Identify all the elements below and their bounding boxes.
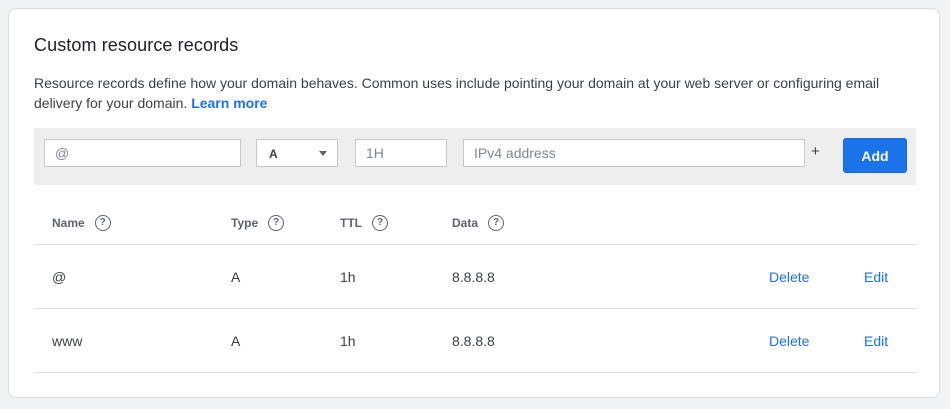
record-data: 8.8.8.8 <box>452 269 495 285</box>
plus-icon[interactable]: + <box>811 143 820 160</box>
delete-button[interactable]: Delete <box>769 333 809 349</box>
data-input[interactable] <box>463 139 805 167</box>
table-row: www A 1h 8.8.8.8 Delete Edit <box>34 309 916 373</box>
delete-button[interactable]: Delete <box>769 269 809 285</box>
record-type: A <box>231 269 241 285</box>
type-select-value: A <box>269 147 278 161</box>
custom-records-card: Custom resource records Resource records… <box>8 8 940 398</box>
record-name: www <box>52 333 83 349</box>
help-icon[interactable]: ? <box>488 215 505 231</box>
add-record-form: A + Add <box>34 128 916 185</box>
help-icon[interactable]: ? <box>372 215 388 231</box>
record-name: @ <box>52 269 67 285</box>
header-data-label: Data <box>452 216 479 231</box>
table-row: @ A 1h 8.8.8.8 Delete Edit <box>34 245 916 309</box>
type-select[interactable]: A <box>256 139 338 167</box>
header-data: Data? <box>452 215 505 232</box>
dropdown-caret-icon <box>319 151 327 156</box>
records-table: Name? Type? TTL? Data? @ A 1h 8.8.8.8 De… <box>34 203 916 373</box>
header-name-label: Name <box>52 216 85 231</box>
name-input[interactable] <box>44 139 241 167</box>
learn-more-link[interactable]: Learn more <box>191 95 267 111</box>
record-ttl: 1h <box>340 269 356 285</box>
add-button[interactable]: Add <box>843 138 907 173</box>
description-text: Resource records define how your domain … <box>34 75 880 111</box>
help-icon[interactable]: ? <box>268 215 285 231</box>
header-ttl-label: TTL <box>340 216 362 231</box>
ttl-input[interactable] <box>355 139 447 167</box>
table-header-row: Name? Type? TTL? Data? <box>34 203 916 245</box>
edit-button[interactable]: Edit <box>864 333 888 349</box>
header-name: Name? <box>52 215 111 232</box>
header-type-label: Type <box>231 216 259 231</box>
record-data: 8.8.8.8 <box>452 333 495 349</box>
card-description: Resource records define how your domain … <box>34 73 914 113</box>
header-type: Type? <box>231 215 285 232</box>
edit-button[interactable]: Edit <box>864 269 888 285</box>
header-ttl: TTL? <box>340 215 388 232</box>
record-ttl: 1h <box>340 333 356 349</box>
help-icon[interactable]: ? <box>94 215 111 231</box>
card-title: Custom resource records <box>34 35 239 55</box>
record-type: A <box>231 333 241 349</box>
